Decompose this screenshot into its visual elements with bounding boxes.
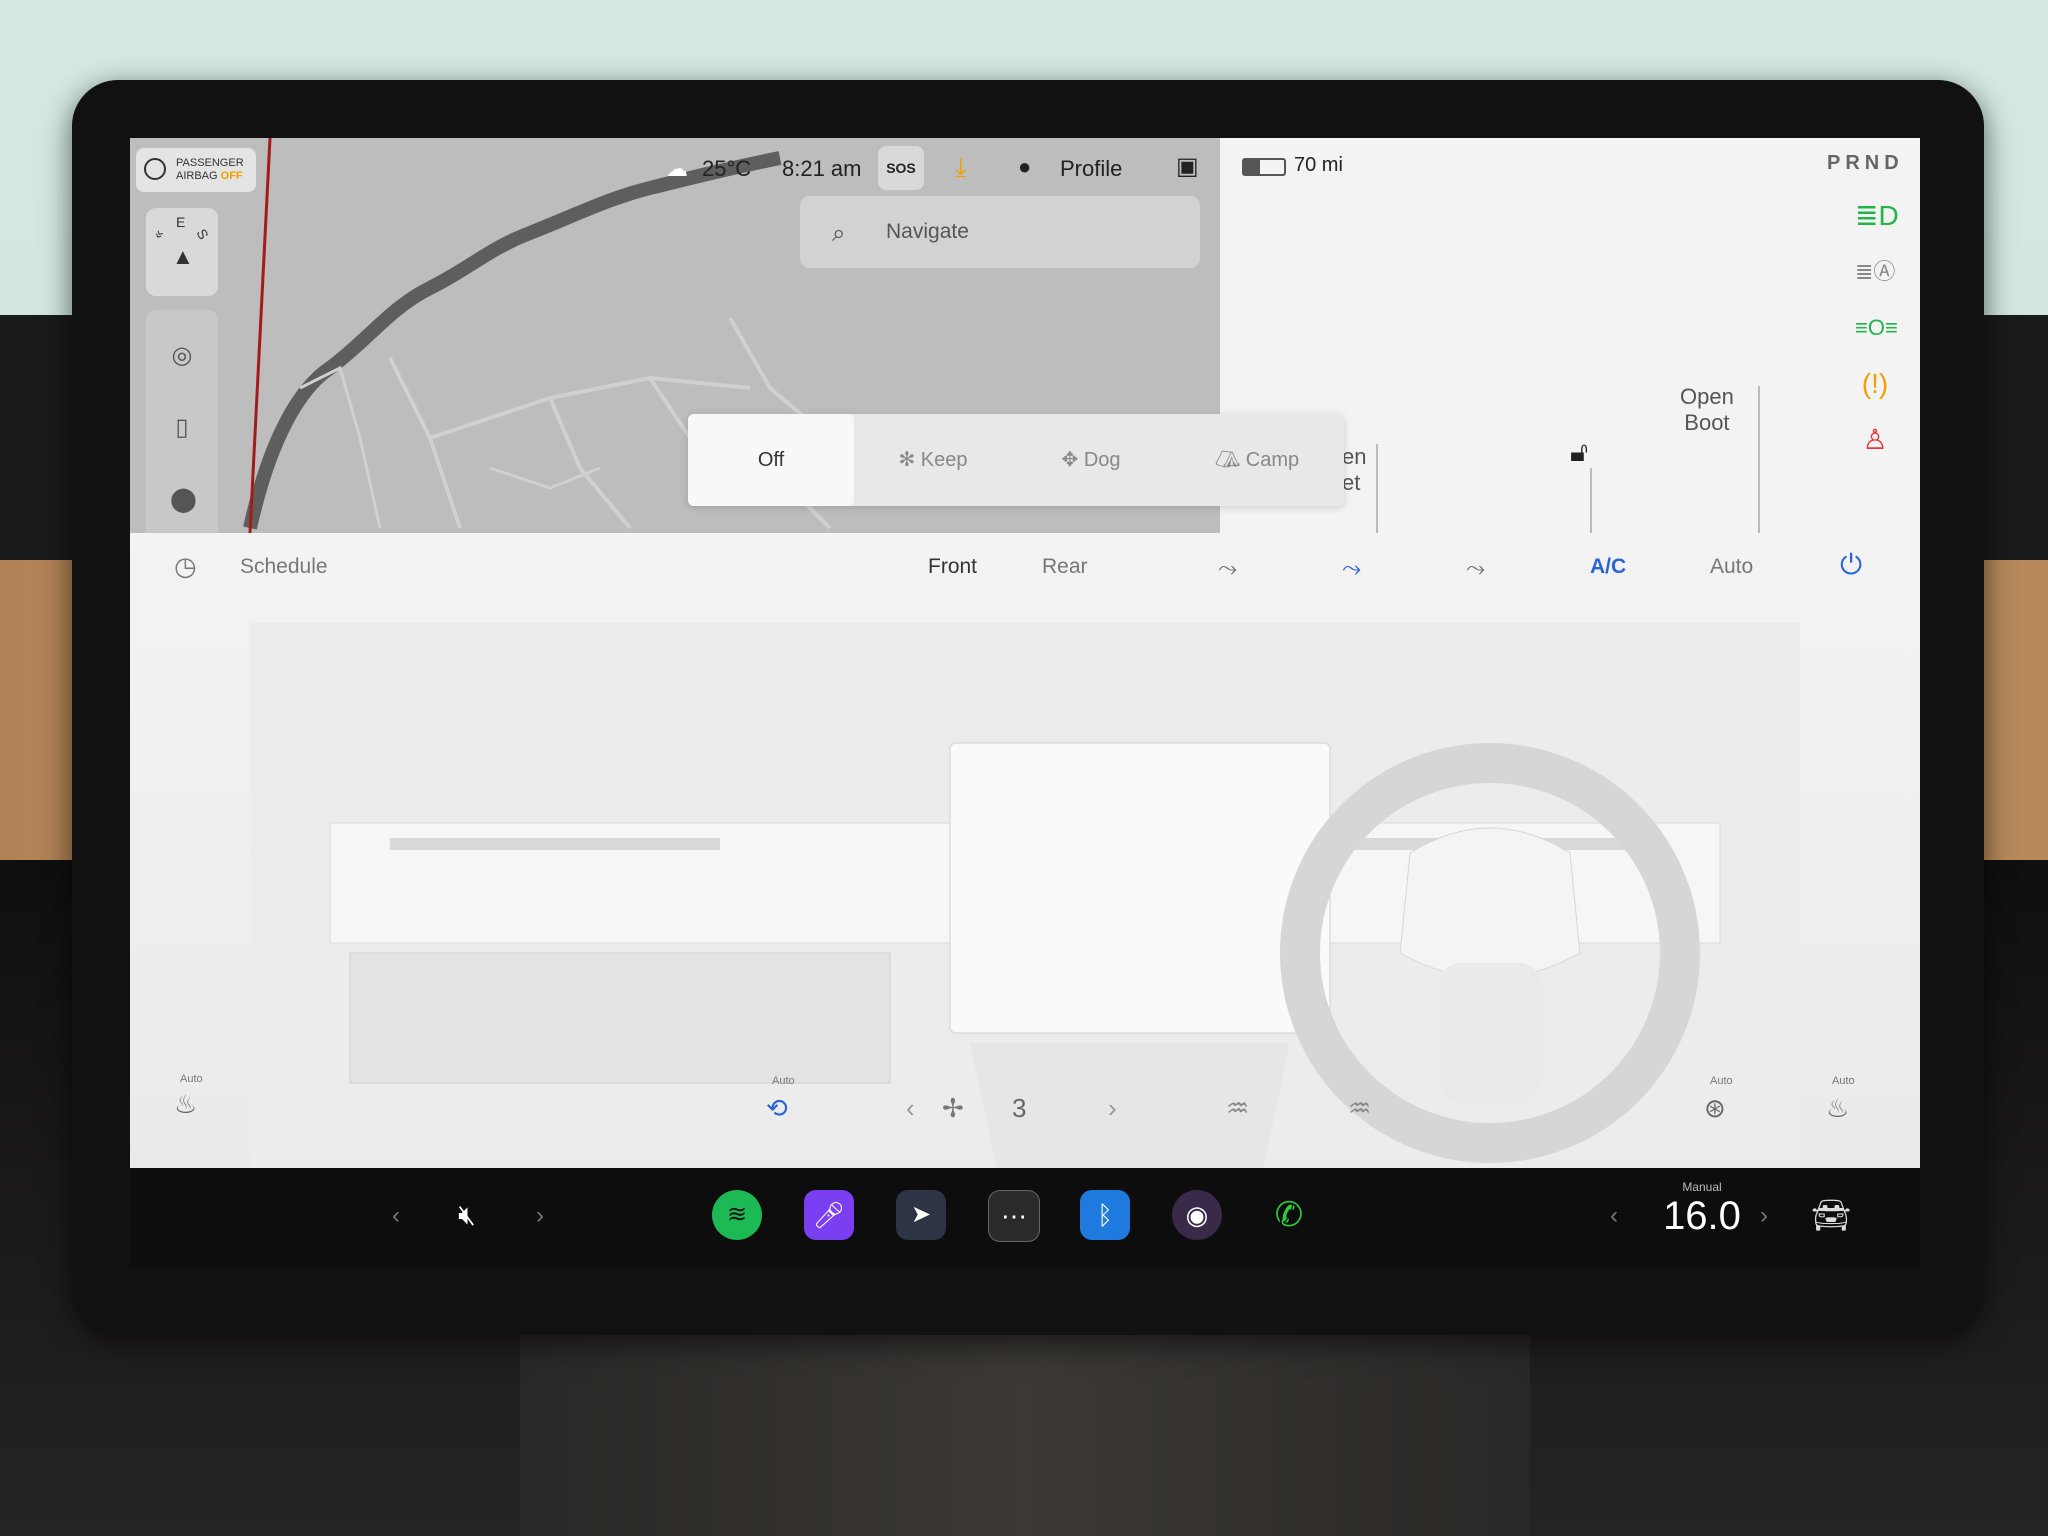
profile-icon[interactable]: ●: [1018, 154, 1031, 180]
temperature-decrease-arrow[interactable]: ‹: [1610, 1202, 1618, 1230]
driver-temperature: Manual 16.0: [1642, 1180, 1762, 1238]
touchscreen: PASSENGER AIRBAG OFF « E S ▲ ◎ ▯ ⬤ ☁ 25°…: [130, 138, 1920, 1264]
open-frunk-label-2: et: [1342, 470, 1361, 495]
seatbelt-warning-icon: ♙: [1862, 424, 1888, 455]
traffic-light-icon[interactable]: ▯: [170, 416, 194, 440]
compass-letter-e: E: [176, 214, 186, 230]
fan-speed-decrease-arrow[interactable]: ‹: [906, 1093, 915, 1124]
screen-mount: [520, 1330, 1530, 1536]
rear-defrost-icon[interactable]: ♒︎: [1348, 1093, 1371, 1124]
climate-power-icon[interactable]: ⏻: [1840, 549, 1862, 582]
low-beam-icon: ≣D: [1855, 200, 1899, 231]
airbag-icon: [144, 158, 166, 180]
steering-wheel-heater-icon[interactable]: ⊛: [1704, 1093, 1726, 1124]
search-icon: ⌕: [832, 220, 846, 247]
fan-icon: ✻: [898, 449, 921, 471]
volume-up-arrow[interactable]: ›: [536, 1202, 544, 1230]
rear-climate-tab[interactable]: Rear: [1042, 555, 1088, 579]
open-frunk-label-1: en: [1342, 444, 1367, 469]
front-climate-tab[interactable]: Front: [928, 555, 977, 579]
karaoke-microphone-icon[interactable]: 🎤︎: [804, 1190, 854, 1240]
more-apps-icon[interactable]: ⋯: [988, 1190, 1040, 1242]
clock-time: 8:21 am: [782, 156, 862, 181]
navigate-search[interactable]: ⌕ Navigate: [800, 196, 1200, 268]
phone-icon[interactable]: ✆: [1264, 1190, 1314, 1240]
outside-temperature: 25°C: [702, 156, 752, 181]
seat-heater-icon[interactable]: ♨: [174, 1089, 197, 1120]
compass-west-arrow-icon: «: [149, 226, 167, 242]
fan-icon: ✢: [942, 1093, 964, 1123]
schedule-button[interactable]: Schedule: [240, 555, 328, 579]
divider: [1376, 444, 1378, 533]
search-placeholder: Navigate: [886, 220, 969, 243]
paw-icon: ✥: [1061, 449, 1084, 471]
volume-muted-icon[interactable]: 🔇︎: [442, 1190, 492, 1240]
bottom-dock: ‹ 🔇︎ › ≋ 🎤︎ ➤ ⋯ ᛒ ◉ ✆ ‹ Manual 16.0 › 🚘︎: [130, 1168, 1920, 1268]
temperature-value: 16.0: [1663, 1194, 1741, 1238]
passenger-seat-heater-icon[interactable]: ♨: [1826, 1093, 1849, 1124]
lock-icon[interactable]: ▣: [1176, 152, 1199, 181]
spotify-icon[interactable]: ≋: [712, 1190, 762, 1240]
mode-keep-button[interactable]: ✻ Keep: [854, 414, 1012, 506]
climate-panel: ◷ Schedule Front Rear ⤳ ⤳ ⤳ A/C Auto ⏻ A…: [130, 533, 1920, 1264]
sos-button[interactable]: SOS: [878, 146, 924, 190]
fan-speed-increase-arrow[interactable]: ›: [1108, 1093, 1117, 1124]
volume-down-arrow[interactable]: ‹: [392, 1202, 400, 1230]
gear-indicator: PRND: [1827, 152, 1904, 174]
unlock-icon[interactable]: 🔓︎: [1570, 436, 1588, 469]
sos-label: SOS: [886, 160, 916, 176]
recirculate-auto-label: Auto: [772, 1075, 795, 1087]
auto-highbeam-icon: ≣Ⓐ: [1855, 259, 1896, 284]
mode-off-button[interactable]: Off: [688, 414, 854, 506]
mode-camp-button[interactable]: ⛺︎ Camp: [1170, 414, 1344, 506]
schedule-clock-icon[interactable]: ◷: [174, 551, 197, 582]
car-icon[interactable]: 🚘︎: [1806, 1190, 1856, 1240]
tent-icon: ⛺︎: [1214, 449, 1246, 471]
airflow-face-icon[interactable]: ⤳: [1218, 555, 1237, 583]
divider: [1758, 386, 1760, 533]
location-pin-icon[interactable]: ⬤: [170, 488, 197, 512]
airflow-windscreen-icon[interactable]: ⤳: [1466, 555, 1485, 583]
compass-button[interactable]: « E S ▲: [146, 208, 218, 296]
open-boot-label-2: Boot: [1684, 410, 1730, 435]
bluetooth-icon[interactable]: ᛒ: [1080, 1190, 1130, 1240]
steering-heater-auto-label: Auto: [1710, 1075, 1733, 1087]
navigation-app-icon[interactable]: ➤: [896, 1190, 946, 1240]
parking-lights-icon: ≡O≡: [1855, 315, 1898, 340]
recirculate-icon[interactable]: ⟲: [766, 1093, 788, 1124]
ac-button[interactable]: A/C: [1590, 555, 1626, 579]
driver-seat-heater-auto-label: Auto: [180, 1073, 203, 1085]
fan-speed-value: 3: [1012, 1093, 1027, 1123]
map-side-buttons: ◎ ▯ ⬤: [146, 310, 218, 533]
passenger-airbag-indicator: PASSENGER AIRBAG OFF: [136, 148, 256, 192]
auto-climate-button[interactable]: Auto: [1710, 555, 1753, 579]
mode-dog-button[interactable]: ✥ Dog: [1012, 414, 1170, 506]
compass-letter-s: S: [193, 225, 212, 243]
profile-button[interactable]: Profile: [1060, 156, 1122, 182]
camera-icon[interactable]: ◉: [1172, 1190, 1222, 1240]
open-boot-label-1: Open: [1680, 384, 1734, 409]
airbag-label-1: PASSENGER: [176, 157, 244, 169]
temperature-increase-arrow[interactable]: ›: [1760, 1202, 1768, 1230]
divider: [1590, 468, 1592, 533]
open-frunk-button[interactable]: en et: [1342, 444, 1366, 496]
range-readout: 70 mi: [1294, 154, 1343, 176]
battery-icon: [1242, 158, 1286, 176]
globe-icon[interactable]: ◎: [170, 344, 194, 368]
climate-keep-mode-selector: Off ✻ Keep ✥ Dog ⛺︎ Camp: [688, 414, 1344, 506]
download-update-icon[interactable]: ⤓: [955, 152, 967, 184]
temperature-mode-label: Manual: [1682, 1180, 1722, 1194]
airbag-status: OFF: [220, 170, 243, 182]
front-defrost-icon[interactable]: ♒︎: [1226, 1093, 1249, 1124]
navigation-arrow-icon: ▲: [172, 244, 194, 269]
airflow-feet-icon[interactable]: ⤳: [1342, 555, 1361, 583]
cloud-icon: ☁: [666, 156, 688, 181]
airbag-label-2: AIRBAG: [176, 170, 218, 182]
tire-pressure-icon: (!): [1861, 368, 1889, 399]
open-boot-button[interactable]: Open Boot: [1680, 384, 1734, 436]
passenger-seat-heater-auto-label: Auto: [1832, 1075, 1855, 1087]
